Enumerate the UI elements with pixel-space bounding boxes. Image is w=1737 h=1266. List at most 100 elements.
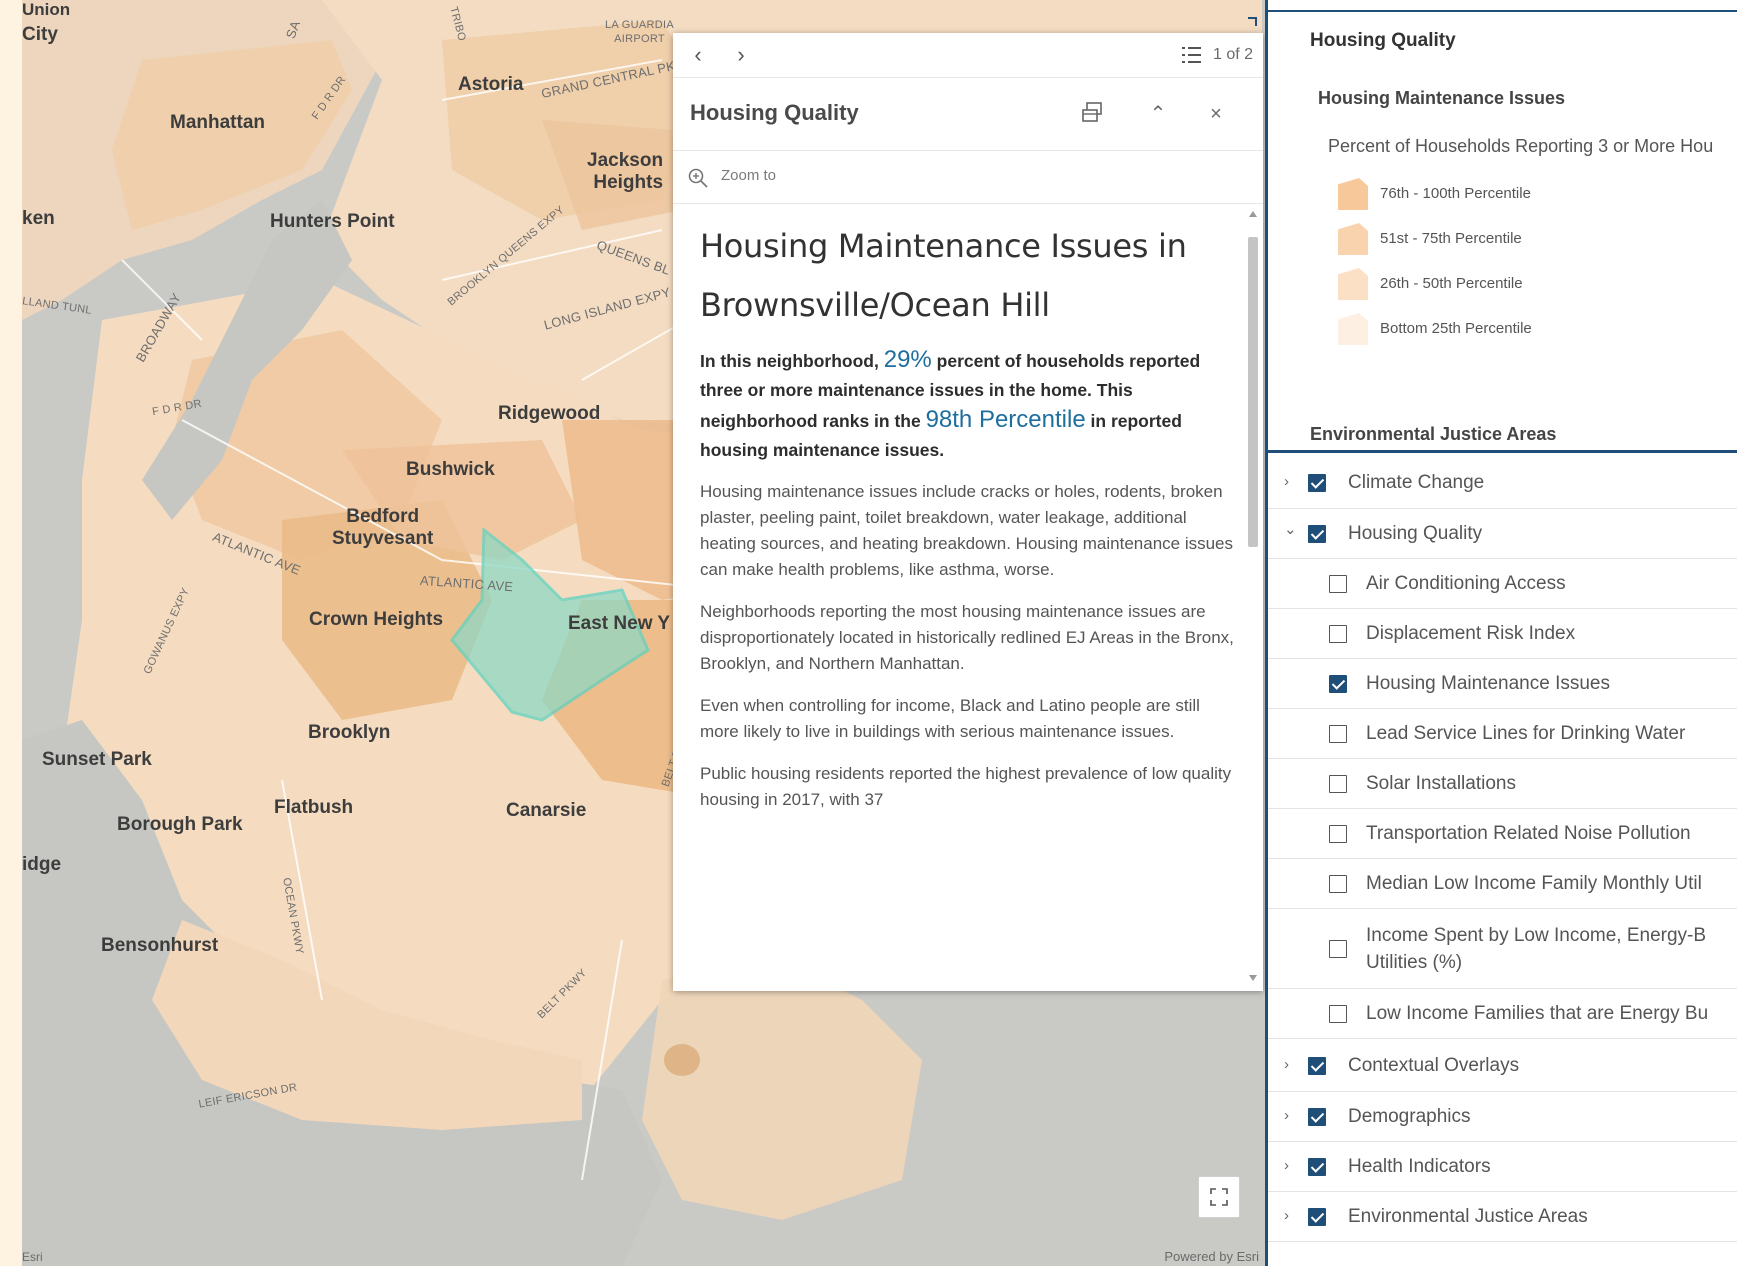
layer-row[interactable]: › Climate Change	[1268, 456, 1737, 509]
legend-field-label: Percent of Households Reporting 3 or Mor…	[1328, 136, 1714, 156]
list-icon	[1181, 47, 1201, 63]
chevron-right-icon[interactable]: ›	[1284, 1157, 1289, 1174]
legend-swatch	[1338, 178, 1368, 210]
feature-popup: ‹ › 1 of 2 Housing Quality ⌃ × Zoom to H…	[673, 33, 1263, 991]
lead-percent-value: 29%	[883, 346, 932, 373]
layer-label: Environmental Justice Areas	[1348, 1206, 1588, 1227]
layer-checkbox[interactable]	[1329, 725, 1347, 743]
feature-menu-button[interactable]: 1 of 2	[1181, 45, 1253, 65]
layer-checkbox[interactable]	[1308, 525, 1326, 543]
layer-row[interactable]: Low Income Families that are Energy Bu	[1268, 989, 1737, 1039]
layer-checkbox[interactable]	[1329, 940, 1347, 958]
layer-checkbox[interactable]	[1329, 1005, 1347, 1023]
lead-rank-value: 98th Percentile	[925, 406, 1086, 433]
layer-checkbox[interactable]	[1329, 875, 1347, 893]
layer-row[interactable]: › Contextual Overlays	[1268, 1039, 1737, 1092]
layer-label: Income Spent by Low Income, Energy-B Uti…	[1366, 925, 1707, 973]
zoom-to-button[interactable]: Zoom to	[673, 151, 1263, 204]
collapse-button[interactable]: ⌃	[1145, 101, 1171, 127]
layer-checkbox[interactable]	[1308, 474, 1326, 492]
layer-label: Solar Installations	[1366, 773, 1516, 794]
layer-row[interactable]: › Demographics	[1268, 1092, 1737, 1142]
next-feature-button[interactable]: ›	[729, 43, 753, 67]
section-divider	[1268, 450, 1737, 453]
layer-checkbox[interactable]	[1308, 1057, 1326, 1075]
place-label-east-new-york: East New Y	[568, 613, 671, 634]
place-label-bensonhurst: Bensonhurst	[101, 935, 219, 956]
popup-header: Housing Quality ⌃ ×	[673, 78, 1263, 151]
legend-item-label: 26th - 50th Percentile	[1380, 275, 1523, 292]
legend-item-label: 51st - 75th Percentile	[1380, 230, 1522, 247]
popup-paragraph-2: Neighborhoods reporting the most housing…	[700, 602, 1234, 673]
place-label-borough-park: Borough Park	[117, 814, 243, 835]
layer-row[interactable]: Housing Maintenance Issues	[1268, 659, 1737, 709]
place-label-crown-heights: Crown Heights	[309, 609, 444, 630]
layer-row[interactable]: Income Spent by Low Income, Energy-B Uti…	[1268, 909, 1737, 989]
place-label-flatbush: Flatbush	[274, 797, 354, 818]
popup-paragraph-1: Housing maintenance issues include crack…	[700, 482, 1234, 579]
layer-checkbox[interactable]	[1329, 675, 1347, 693]
layer-label: Air Conditioning Access	[1366, 573, 1566, 594]
place-label-ridge-partial: idge	[22, 854, 62, 875]
layer-row[interactable]: Lead Service Lines for Drinking Water	[1268, 709, 1737, 759]
layer-label: Median Low Income Family Monthly Util	[1366, 873, 1702, 894]
place-label-bushwick: Bushwick	[406, 459, 495, 480]
map-view[interactable]: Union City Manhattan Astoria Jackson Hei…	[22, 0, 1265, 1266]
popup-title: Housing Quality	[690, 100, 859, 125]
legend-layer-title: Housing Maintenance Issues	[1318, 88, 1566, 108]
layer-row[interactable]: › Environmental Justice Areas	[1268, 1192, 1737, 1242]
layer-label: Transportation Related Noise Pollution	[1366, 823, 1691, 844]
close-icon: ×	[1210, 103, 1222, 125]
place-label-brooklyn: Brooklyn	[308, 722, 391, 743]
layer-row[interactable]: › Health Indicators	[1268, 1142, 1737, 1192]
layer-checkbox[interactable]	[1329, 825, 1347, 843]
previous-feature-button[interactable]: ‹	[686, 43, 710, 67]
place-label-astoria: Astoria	[458, 74, 524, 95]
layer-row[interactable]: Transportation Related Noise Pollution	[1268, 809, 1737, 859]
place-label-jackson-heights: Jackson Heights	[587, 150, 664, 194]
place-label-canarsie: Canarsie	[506, 800, 587, 821]
place-label-queens-partial: ken	[22, 208, 55, 229]
chevron-right-icon[interactable]: ›	[1284, 1107, 1289, 1124]
legend-swatch	[1338, 223, 1368, 255]
layer-checkbox[interactable]	[1308, 1158, 1326, 1176]
layer-checkbox[interactable]	[1308, 1208, 1326, 1226]
legend-swatch	[1338, 268, 1368, 300]
legend-swatch	[1338, 313, 1368, 345]
place-label-manhattan: Manhattan	[170, 112, 265, 133]
layer-label: Contextual Overlays	[1348, 1055, 1520, 1076]
layer-checkbox[interactable]	[1329, 775, 1347, 793]
feature-count-text: 1 of 2	[1212, 46, 1253, 63]
side-panel: Housing Quality Housing Maintenance Issu…	[1265, 0, 1737, 1266]
dock-icon	[1082, 102, 1102, 122]
powered-by-esri[interactable]: Powered by Esri	[1164, 1249, 1259, 1264]
layer-label: Housing Maintenance Issues	[1366, 673, 1610, 694]
layer-checkbox[interactable]	[1329, 625, 1347, 643]
road-label-la-guardia: LA GUARDIA AIRPORT	[605, 19, 675, 45]
layer-list-title: Environmental Justice Areas	[1310, 424, 1557, 444]
layer-row[interactable]: Solar Installations	[1268, 759, 1737, 809]
layer-row[interactable]: Median Low Income Family Monthly Util	[1268, 859, 1737, 909]
chevron-right-icon[interactable]: ›	[1284, 1056, 1289, 1073]
layer-row[interactable]: ⌄ Housing Quality	[1268, 509, 1737, 559]
layer-row[interactable]: Displacement Risk Index	[1268, 609, 1737, 659]
popup-paragraph-4: Public housing residents reported the hi…	[700, 764, 1232, 809]
chevron-right-icon[interactable]: ›	[1284, 1207, 1289, 1224]
popup-scrollbar[interactable]	[1243, 201, 1263, 991]
chevron-right-icon[interactable]: ›	[1284, 473, 1289, 490]
chevron-right-icon: ›	[737, 42, 745, 67]
layer-checkbox[interactable]	[1308, 1108, 1326, 1126]
fullscreen-button[interactable]	[1198, 1176, 1240, 1218]
layer-label: Displacement Risk Index	[1366, 623, 1576, 644]
layer-label: Lead Service Lines for Drinking Water	[1366, 723, 1686, 744]
map-attribution[interactable]: Esri	[22, 1250, 43, 1264]
chevron-down-icon[interactable]: ⌄	[1284, 520, 1297, 538]
legend-item: 51st - 75th Percentile	[1338, 223, 1737, 257]
layer-label: Climate Change	[1348, 472, 1485, 493]
dock-button[interactable]	[1079, 101, 1105, 127]
layer-label: Health Indicators	[1348, 1156, 1491, 1177]
legend-item-label: Bottom 25th Percentile	[1380, 320, 1532, 337]
layer-row[interactable]: Air Conditioning Access	[1268, 559, 1737, 609]
layer-checkbox[interactable]	[1329, 575, 1347, 593]
close-button[interactable]: ×	[1203, 101, 1229, 127]
